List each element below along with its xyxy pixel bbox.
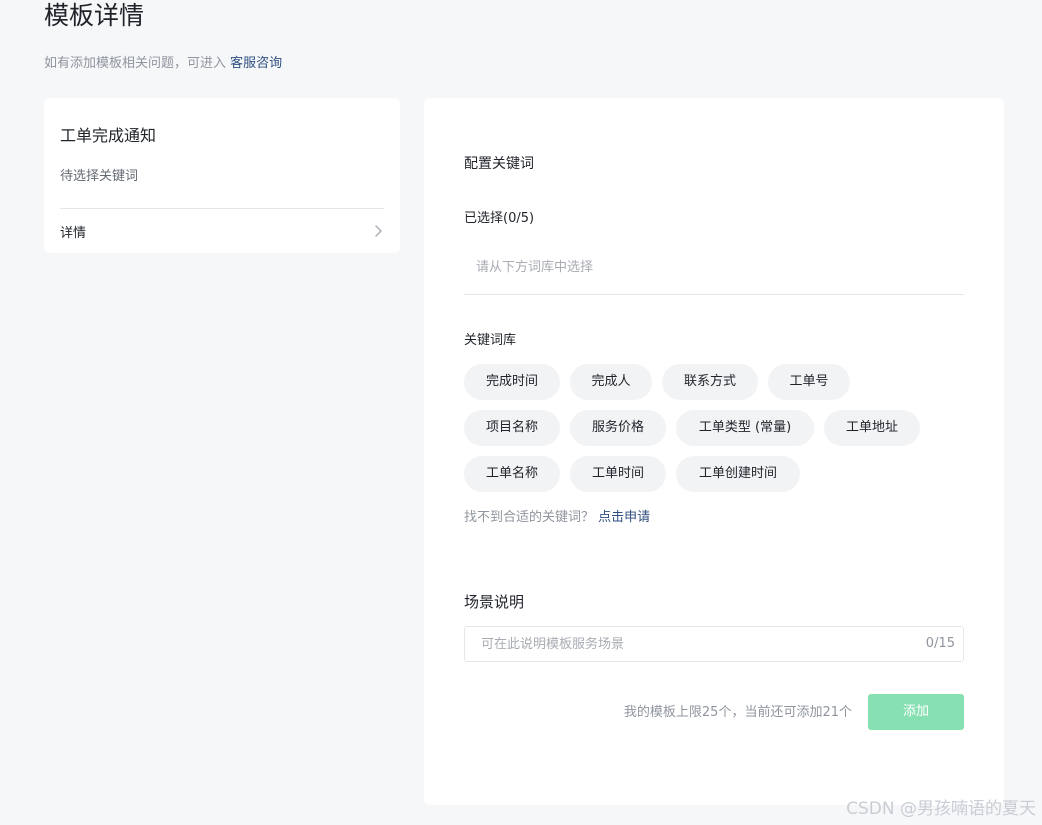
chevron-right-icon xyxy=(372,224,384,238)
customer-service-link[interactable]: 客服咨询 xyxy=(230,56,282,71)
keyword-chip[interactable]: 完成时间 xyxy=(464,364,560,400)
keyword-chip[interactable]: 工单号 xyxy=(768,364,850,400)
keyword-chip[interactable]: 工单名称 xyxy=(464,456,560,492)
keyword-chip[interactable]: 工单时间 xyxy=(570,456,666,492)
template-detail-link[interactable]: 详情 xyxy=(60,220,384,242)
config-section-title: 配置关键词 xyxy=(464,156,534,172)
keyword-help-text: 找不到合适的关键词？ xyxy=(464,510,595,525)
keyword-help-line: 找不到合适的关键词？ 点击申请 xyxy=(464,509,650,527)
template-title: 工单完成通知 xyxy=(60,126,157,145)
keyword-chip[interactable]: 工单地址 xyxy=(824,410,920,446)
scene-char-counter: 0/15 xyxy=(925,636,955,651)
template-card: 工单完成通知 待选择关键词 详情 xyxy=(44,98,400,253)
keyword-chip[interactable]: 联系方式 xyxy=(662,364,758,400)
scene-description-input[interactable] xyxy=(465,627,905,661)
selected-keywords-area[interactable]: 请从下方词库中选择 xyxy=(464,248,964,295)
keyword-chip[interactable]: 完成人 xyxy=(570,364,652,400)
card-divider xyxy=(60,208,384,209)
keyword-chip[interactable]: 工单类型 (常量) xyxy=(676,410,814,446)
page-subtitle: 如有添加模板相关问题，可进入 客服咨询 xyxy=(44,55,282,73)
scene-title: 场景说明 xyxy=(464,593,525,611)
apply-keyword-link[interactable]: 点击申请 xyxy=(598,510,650,525)
add-template-button[interactable]: 添加 xyxy=(868,694,964,730)
keyword-chip[interactable]: 服务价格 xyxy=(570,410,666,446)
keyword-chip[interactable]: 工单创建时间 xyxy=(676,456,800,492)
template-description: 待选择关键词 xyxy=(60,169,139,184)
template-limit-note: 我的模板上限25个，当前还可添加21个 xyxy=(623,705,852,720)
config-panel: 配置关键词 已选择(0/5) 请从下方词库中选择 关键词库 完成时间 完成人 联… xyxy=(424,98,1004,805)
scene-input-wrapper: 0/15 xyxy=(464,626,964,662)
selected-count-label: 已选择(0/5) xyxy=(464,211,535,226)
keyword-chip[interactable]: 项目名称 xyxy=(464,410,560,446)
chevron-right-icon-svg xyxy=(375,225,382,237)
watermark: CSDN @男孩喃语的夏天 xyxy=(846,799,1036,819)
keyword-library-label: 关键词库 xyxy=(464,333,517,348)
selected-placeholder: 请从下方词库中选择 xyxy=(476,260,594,275)
detail-label: 详情 xyxy=(60,225,87,241)
subtitle-text: 如有添加模板相关问题，可进入 xyxy=(44,56,227,71)
page-title: 模板详情 xyxy=(44,1,145,30)
